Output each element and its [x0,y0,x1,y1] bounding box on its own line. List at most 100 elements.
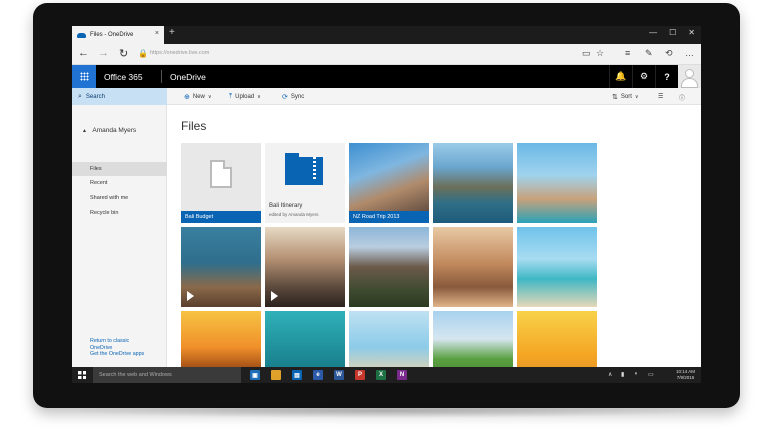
photo-tile-selfie[interactable] [433,227,513,307]
search-icon: ⌕ [78,92,82,100]
info-icon: ⓘ [679,96,686,102]
powerpoint-icon[interactable]: P [355,370,365,380]
store-icon[interactable]: ▤ [292,370,302,380]
onedrive-cloud-icon [77,32,86,38]
photo-tile-cliff-jump[interactable] [433,143,513,223]
command-bar: ⌕ Search ⊕ New ∨ ⤒ Upload ∨ ⟳ Sync ⇅ Sor… [72,88,701,105]
windows-start-icon[interactable] [78,371,86,379]
user-name: Amanda Myers [92,127,137,134]
chevron-down-icon: ∨ [257,94,261,100]
tab-title: Files - OneDrive [90,32,134,38]
new-tab-button[interactable]: + [169,27,175,38]
url-field[interactable]: https://onedrive.live.com [150,50,209,56]
close-window-icon[interactable]: ✕ [688,28,695,37]
more-icon[interactable]: … [685,48,694,58]
return-line-1: Return to classic [90,338,130,344]
photo-tile-pier[interactable] [517,143,597,223]
office-365-brand[interactable]: Office 365 [104,72,143,82]
new-button[interactable]: ⊕ New ∨ [184,93,212,101]
tab-close-icon[interactable]: × [155,30,159,37]
upload-button[interactable]: ⤒ Upload ∨ [229,93,261,101]
web-note-icon[interactable]: ✎ [645,48,653,59]
taskbar-clock[interactable]: 10:14 AM 7/9/2015 [676,369,695,381]
tile-label: NZ Road Trip 2013 [349,211,429,223]
excel-icon[interactable]: X [376,370,386,380]
header-divider [161,70,162,83]
photo-tile-snorkel[interactable] [265,311,345,367]
photo-tile-temple[interactable] [349,227,429,307]
play-icon [187,291,194,301]
browser-tab[interactable]: Files - OneDrive × [72,26,164,44]
view-toggle-button[interactable]: ☰ [658,93,663,100]
nav-item-recycle-bin[interactable]: Recycle bin [72,206,167,220]
lock-icon: 🔒 [138,49,148,58]
favorite-star-icon[interactable]: ☆ [596,48,604,59]
help-icon[interactable]: ? [655,65,678,88]
screen: Files - OneDrive × + — ☐ ✕ ← → ↻ 🔒 https… [72,26,701,383]
return-line-2: OneDrive [90,345,113,351]
sort-button[interactable]: ⇅ Sort ∨ [612,93,639,101]
play-icon [271,291,278,301]
nav-item-shared[interactable]: Shared with me [72,191,167,205]
settings-gear-icon[interactable]: ⚙ [632,65,655,88]
user-root-item[interactable]: ▲ Amanda Myers [82,127,136,134]
clock-date: 7/9/2015 [676,375,695,380]
photo-tile-sunset-temple[interactable] [181,311,261,367]
nav-item-recent[interactable]: Recent [72,176,167,190]
photo-tile-boat-beach[interactable] [517,227,597,307]
chevron-down-icon: ∨ [207,94,212,100]
back-arrow-icon[interactable]: ← [78,47,89,59]
photo-tile-rice-fields[interactable] [433,311,513,367]
app-title[interactable]: OneDrive [170,72,206,82]
tile-label: Bali Itinerary [269,203,303,209]
browser-tab-bar: Files - OneDrive × + — ☐ ✕ [72,26,701,44]
network-icon[interactable]: ▮ [621,371,624,378]
forward-arrow-icon[interactable]: → [98,47,109,59]
reading-view-icon[interactable]: ▭ [582,48,591,59]
sort-label: Sort [620,94,632,100]
share-icon[interactable]: ⟲ [665,48,673,59]
search-box[interactable]: ⌕ Search [72,88,167,105]
upload-label: Upload [235,94,255,100]
video-tile-friends[interactable] [265,227,345,307]
photo-tile-nz-road-trip[interactable]: NZ Road Trip 2013 [349,143,429,223]
device-shadow [60,404,710,418]
user-avatar[interactable] [678,65,701,88]
minimize-icon[interactable]: — [649,28,657,37]
tile-label: Bali Budget [181,211,261,223]
volume-icon[interactable]: ◖ [634,371,638,377]
file-tile-bali-itinerary[interactable]: Bali Itinerary edited by Amanda Myers [265,143,345,223]
document-icon [210,160,232,188]
maximize-icon[interactable]: ☐ [669,28,676,37]
avatar-body [681,78,698,88]
nav-item-files[interactable]: Files [72,162,167,176]
word-icon[interactable]: W [334,370,344,380]
details-pane-button[interactable]: ⓘ [679,93,685,102]
list-view-icon: ☰ [658,94,664,100]
notifications-bell-icon[interactable]: 🔔 [609,65,632,88]
refresh-icon[interactable]: ↻ [119,47,128,60]
edge-browser-icon[interactable]: e [313,370,323,380]
notifications-tray-icon[interactable]: ▭ [648,371,654,378]
video-tile-market[interactable] [181,227,261,307]
windows-taskbar: Search the web and Windows ▣ ▤ e W P X N… [72,367,701,383]
file-tile-bali-budget[interactable]: Bali Budget [181,143,261,223]
taskbar-search-box[interactable]: Search the web and Windows [93,367,241,383]
hub-icon[interactable]: ≡ [625,48,630,58]
return-classic-onedrive-link[interactable]: Return to classic OneDrive [90,338,129,352]
get-apps-link[interactable]: Get the OneDrive apps [90,351,144,358]
onenote-icon[interactable]: N [397,370,407,380]
tray-chevron-icon[interactable]: ∧ [608,371,612,378]
address-bar: ← → ↻ 🔒 https://onedrive.live.com ▭ ☆ ≡ … [72,44,701,65]
chevron-down-icon: ∨ [634,94,639,100]
app-launcher-button[interactable] [72,65,96,88]
suite-header: Office 365 OneDrive 🔔 ⚙ ? [72,65,701,88]
task-view-icon[interactable]: ▣ [250,370,260,380]
photo-tile-palm-sunset[interactable] [517,311,597,367]
new-label: New [192,94,205,100]
sync-button[interactable]: ⟳ Sync [282,93,304,101]
file-explorer-icon[interactable] [271,370,281,380]
photo-tile-beach-walk[interactable] [349,311,429,367]
zip-folder-icon [285,153,323,185]
waffle-icon [79,72,89,81]
